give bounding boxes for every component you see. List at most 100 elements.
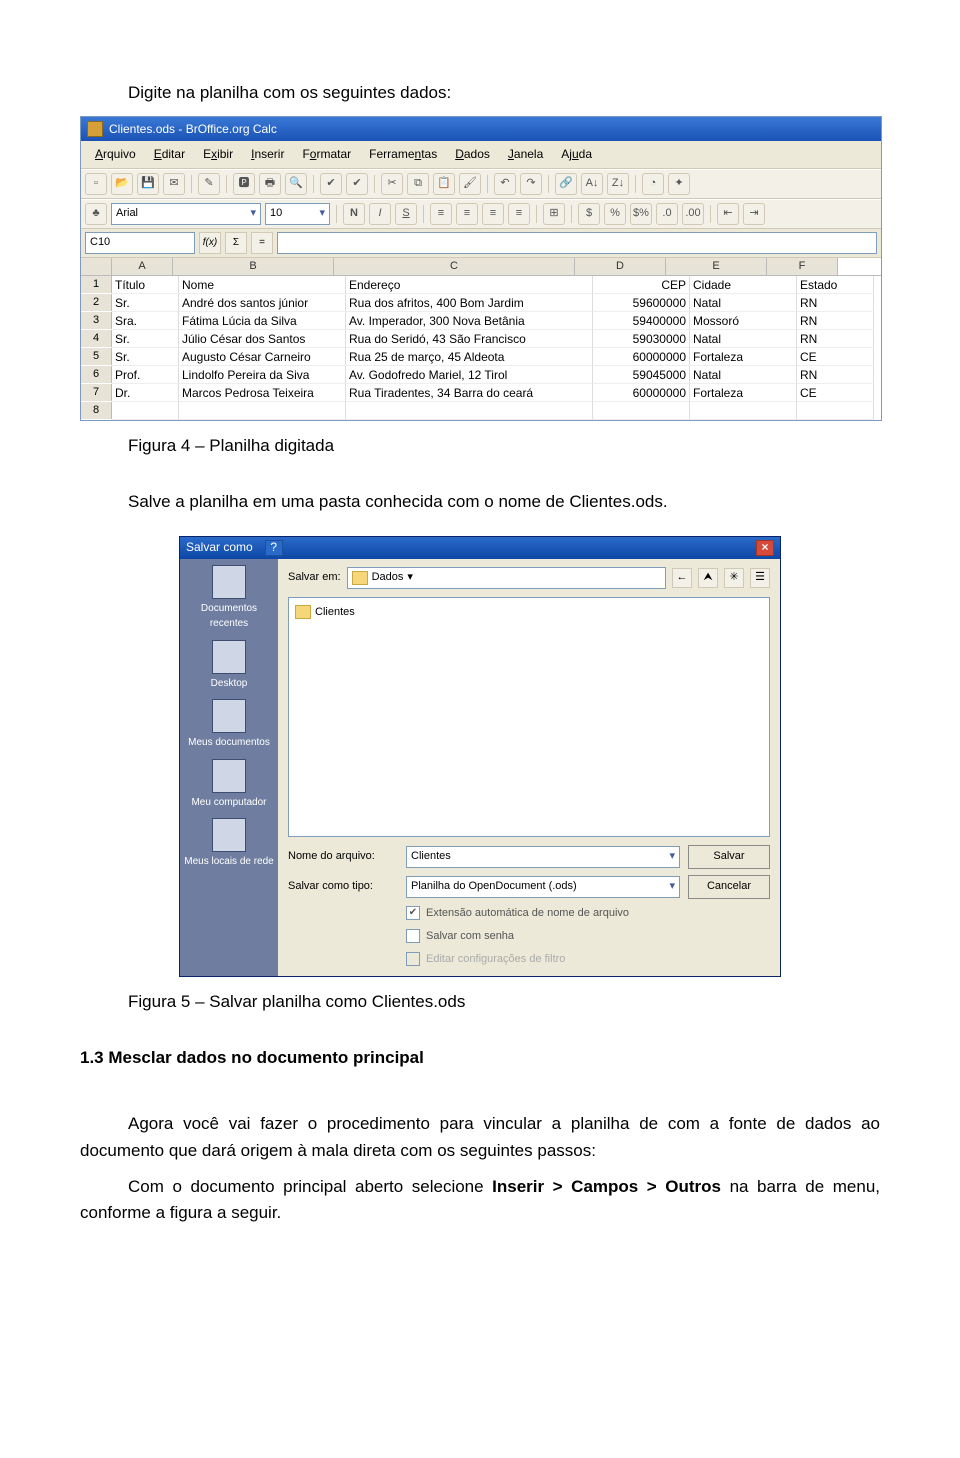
cell[interactable]: André dos santos júnior: [179, 294, 346, 312]
col-a[interactable]: A: [112, 258, 173, 275]
underline-icon[interactable]: S: [395, 203, 417, 225]
filetype-input[interactable]: Planilha do OpenDocument (.ods)▾: [406, 876, 680, 898]
add-decimal-icon[interactable]: .0: [656, 203, 678, 225]
edit-icon[interactable]: ✎: [198, 173, 220, 195]
calc-sheet[interactable]: A B C D E F 1TítuloNomeEndereçoCEPCidade…: [81, 258, 881, 420]
cell[interactable]: Marcos Pedrosa Teixeira: [179, 384, 346, 402]
col-c[interactable]: C: [334, 258, 575, 275]
align-left-icon[interactable]: ≡: [430, 203, 452, 225]
row-header[interactable]: 4: [81, 330, 112, 347]
menu-editar[interactable]: Editar: [146, 143, 193, 166]
cell[interactable]: Título: [112, 276, 179, 294]
undo-icon[interactable]: ↶: [494, 173, 516, 195]
cell[interactable]: Rua dos afritos, 400 Bom Jardim: [346, 294, 593, 312]
cell[interactable]: RN: [797, 312, 874, 330]
cell[interactable]: Augusto César Carneiro: [179, 348, 346, 366]
col-e[interactable]: E: [666, 258, 767, 275]
cell[interactable]: RN: [797, 330, 874, 348]
copy-icon[interactable]: ⧉: [407, 173, 429, 195]
cell[interactable]: Av. Godofredo Mariel, 12 Tirol: [346, 366, 593, 384]
menu-ferramentas[interactable]: Ferramentas: [361, 143, 445, 166]
dec-indent-icon[interactable]: ⇤: [717, 203, 739, 225]
cell[interactable]: Natal: [690, 330, 797, 348]
number-icon[interactable]: $%: [630, 203, 652, 225]
place-mydocs[interactable]: Meus documentos: [184, 699, 274, 751]
chart-icon[interactable]: ◔: [642, 173, 664, 195]
cell[interactable]: RN: [797, 294, 874, 312]
cell[interactable]: 60000000: [593, 384, 690, 402]
place-docs[interactable]: Documentos recentes: [184, 565, 274, 632]
font-combo[interactable]: Arial▾: [111, 203, 261, 225]
col-b[interactable]: B: [173, 258, 334, 275]
file-list[interactable]: Clientes: [288, 597, 770, 837]
menu-exibir[interactable]: Exibir: [195, 143, 241, 166]
cell[interactable]: Av. Imperador, 300 Nova Betânia: [346, 312, 593, 330]
place-mycomputer[interactable]: Meu computador: [184, 759, 274, 811]
cell[interactable]: Sra.: [112, 312, 179, 330]
menu-formatar[interactable]: Formatar: [294, 143, 359, 166]
cell[interactable]: CEP: [593, 276, 690, 294]
menu-ajuda[interactable]: Ajuda: [553, 143, 600, 166]
row-header[interactable]: 5: [81, 348, 112, 365]
sort-asc-icon[interactable]: A↓: [581, 173, 603, 195]
save-icon[interactable]: 💾: [137, 173, 159, 195]
open-icon[interactable]: 📂: [111, 173, 133, 195]
cell[interactable]: Sr.: [112, 294, 179, 312]
cell[interactable]: 59400000: [593, 312, 690, 330]
percent-icon[interactable]: %: [604, 203, 626, 225]
row-header[interactable]: 2: [81, 294, 112, 311]
link-icon[interactable]: 🔗: [555, 173, 577, 195]
cell[interactable]: Endereço: [346, 276, 593, 294]
savein-combo[interactable]: Dados▾: [347, 567, 666, 589]
cell[interactable]: Natal: [690, 294, 797, 312]
italic-icon[interactable]: I: [369, 203, 391, 225]
chk-autoext[interactable]: Extensão automática de nome de arquivo: [406, 905, 770, 922]
menu-arquivo[interactable]: Arquivo: [87, 143, 144, 166]
file-item[interactable]: Clientes: [293, 602, 765, 623]
align-justify-icon[interactable]: ≡: [508, 203, 530, 225]
styles-icon[interactable]: ♣: [85, 203, 107, 225]
cell[interactable]: Fortaleza: [690, 384, 797, 402]
nav-icon[interactable]: ✦: [668, 173, 690, 195]
remove-decimal-icon[interactable]: .00: [682, 203, 704, 225]
autospell-icon[interactable]: ✔: [346, 173, 368, 195]
cell[interactable]: 59045000: [593, 366, 690, 384]
views-icon[interactable]: ☰: [750, 568, 770, 588]
cell[interactable]: Rua do Seridó, 43 São Francisco: [346, 330, 593, 348]
fx-icon[interactable]: f(x): [199, 232, 221, 254]
cell[interactable]: Natal: [690, 366, 797, 384]
cell[interactable]: Sr.: [112, 330, 179, 348]
row-header[interactable]: 6: [81, 366, 112, 383]
col-d[interactable]: D: [575, 258, 666, 275]
cell[interactable]: Nome: [179, 276, 346, 294]
row-header[interactable]: 1: [81, 276, 112, 293]
redo-icon[interactable]: ↷: [520, 173, 542, 195]
equals-icon[interactable]: =: [251, 232, 273, 254]
inc-indent-icon[interactable]: ⇥: [743, 203, 765, 225]
cell[interactable]: Júlio César dos Santos: [179, 330, 346, 348]
new-icon[interactable]: ▫: [85, 173, 107, 195]
cancel-button[interactable]: Cancelar: [688, 875, 770, 899]
cell[interactable]: Prof.: [112, 366, 179, 384]
sum-icon[interactable]: Σ: [225, 232, 247, 254]
filename-input[interactable]: Clientes▾: [406, 846, 680, 868]
cell[interactable]: Cidade: [690, 276, 797, 294]
back-icon[interactable]: ←: [672, 568, 692, 588]
menu-dados[interactable]: Dados: [447, 143, 498, 166]
paste-icon[interactable]: 📋: [433, 173, 455, 195]
sort-desc-icon[interactable]: Z↓: [607, 173, 629, 195]
col-f[interactable]: F: [767, 258, 838, 275]
mail-icon[interactable]: ✉: [163, 173, 185, 195]
cell[interactable]: Sr.: [112, 348, 179, 366]
cell[interactable]: Fortaleza: [690, 348, 797, 366]
up-icon[interactable]: ⮝: [698, 568, 718, 588]
cell[interactable]: Estado: [797, 276, 874, 294]
save-button[interactable]: Salvar: [688, 845, 770, 869]
cell[interactable]: Lindolfo Pereira da Siva: [179, 366, 346, 384]
spellcheck-icon[interactable]: ✔: [320, 173, 342, 195]
align-right-icon[interactable]: ≡: [482, 203, 504, 225]
close-icon[interactable]: ×: [756, 540, 774, 556]
menu-inserir[interactable]: Inserir: [243, 143, 292, 166]
pdf-icon[interactable]: 🅿: [233, 173, 255, 195]
formula-input[interactable]: [277, 232, 877, 254]
